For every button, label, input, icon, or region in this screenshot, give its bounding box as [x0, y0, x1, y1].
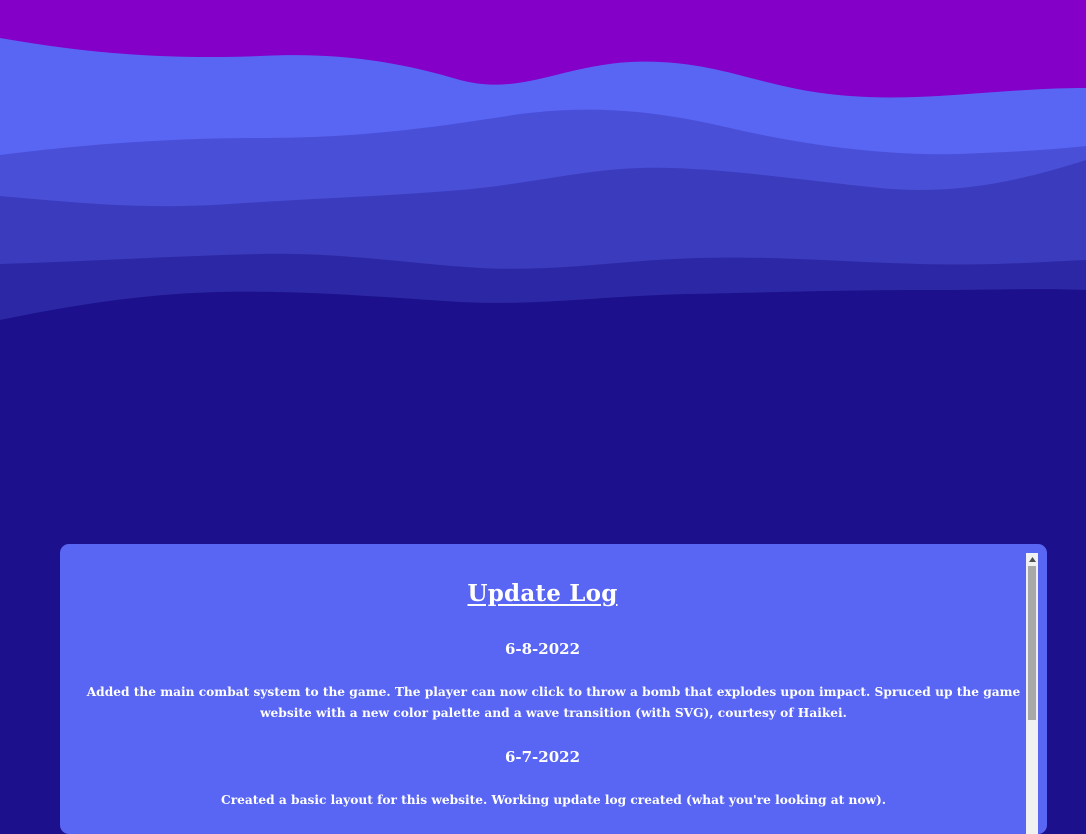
scroll-up-button[interactable]	[1026, 553, 1038, 565]
wave-transition-background	[0, 0, 1086, 330]
scrollbar-thumb[interactable]	[1028, 566, 1036, 720]
update-log-title: Update Log	[467, 580, 618, 607]
update-log-content: Update Log 6-8-2022 Added the main comba…	[60, 544, 1025, 834]
triangle-up-icon	[1028, 556, 1036, 562]
entry-text: Added the main combat system to the game…	[86, 685, 1021, 720]
entry-text: Created a basic layout for this website.…	[221, 793, 886, 807]
entry-date: 6-7-2022	[504, 748, 581, 766]
vertical-scrollbar[interactable]	[1026, 553, 1038, 834]
entry-date: 6-8-2022	[504, 640, 581, 658]
update-log-panel: Update Log 6-8-2022 Added the main comba…	[60, 544, 1047, 834]
